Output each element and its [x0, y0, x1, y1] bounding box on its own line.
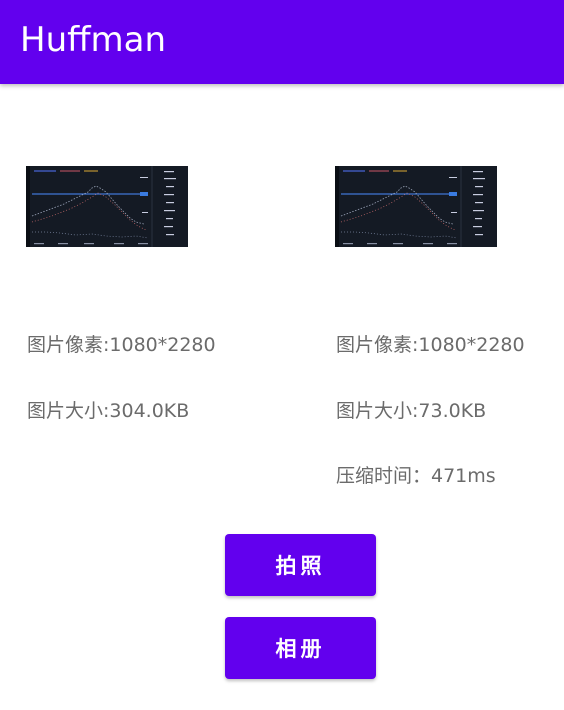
chart-screenshot-thumbnail-icon — [26, 166, 188, 247]
app-bar: Huffman — [0, 0, 564, 84]
original-pixels-text: 图片像素:1080*2280 — [27, 334, 216, 356]
compression-time-text: 压缩时间：471ms — [336, 465, 496, 487]
compressed-size-text: 图片大小:73.0KB — [336, 400, 487, 422]
app-title: Huffman — [20, 20, 167, 60]
chart-screenshot-thumbnail-icon — [335, 166, 497, 247]
original-size-text: 图片大小:304.0KB — [27, 400, 190, 422]
compressed-image — [335, 166, 497, 247]
compressed-pixels-text: 图片像素:1080*2280 — [336, 334, 525, 356]
album-button[interactable]: 相册 — [225, 617, 376, 679]
original-image — [26, 166, 188, 247]
take-photo-button[interactable]: 拍照 — [225, 534, 376, 596]
